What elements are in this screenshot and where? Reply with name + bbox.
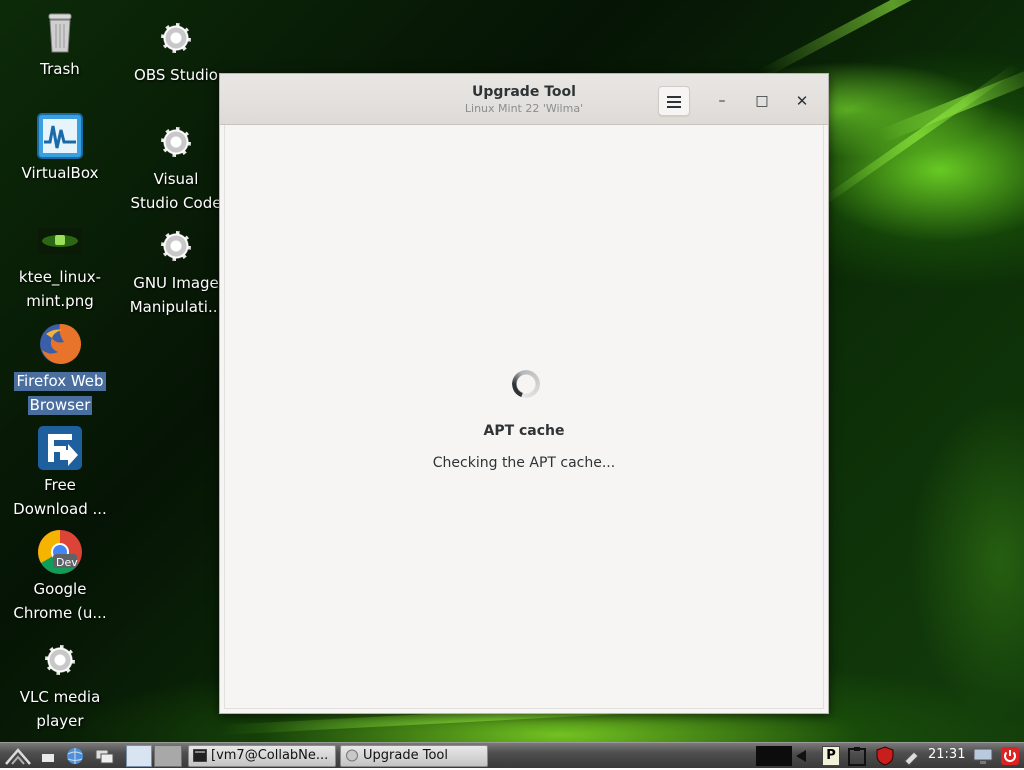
desktop-icon-gnu-image-manipulation[interactable]: GNU Image Manipulati... [121,222,231,322]
free-download-manager-icon [36,424,84,472]
desktop-icon-virtualbox[interactable]: VirtualBox [5,112,115,188]
desktop-icon-label: Visual [153,170,199,188]
desktop-icon-label: Trash [40,60,80,78]
hamburger-menu-button[interactable] [658,86,690,116]
window-content: APT cache Checking the APT cache... [224,125,824,709]
file-manager-launcher[interactable] [40,746,56,766]
power-button[interactable] [1000,746,1020,766]
globe-icon [67,748,83,764]
chrome-dev-icon: Dev [36,528,84,576]
clipboard-icon[interactable] [846,746,868,766]
desktop-icon-label-line2: Studio Code [130,194,222,212]
upgrade-tool-icon [346,749,358,762]
desktop-icon-label: Free [44,476,76,494]
wallpaper-streak [757,0,1024,80]
tray-p-icon[interactable]: P [822,746,840,766]
gear-icon [36,636,84,684]
windows-icon [95,749,114,764]
desktop-icon-label: ktee_linux- [18,268,102,286]
hamburger-icon [667,96,681,98]
desktop-icon-label-line2: Manipulati... [129,298,223,316]
upgrade-tool-window: Upgrade Tool Linux Mint 22 'Wilma' – □ ✕… [219,73,829,714]
power-icon [1001,747,1019,765]
desktop-icon-trash[interactable]: Trash [5,8,115,84]
speaker-icon [796,750,806,762]
task-button-terminal[interactable]: [vm7@CollabNe... [188,745,336,767]
desktop-icon-free-download-manager[interactable]: Free Download ... [5,424,115,524]
shield-icon[interactable] [874,746,896,766]
volume-icon[interactable] [794,746,812,766]
task-button-label: [vm7@CollabNe... [211,748,329,763]
firefox-icon [36,320,84,368]
desktop-icon-obs-studio[interactable]: OBS Studio [121,14,231,90]
desktop-icon-visual-studio-code[interactable]: Visual Studio Code [121,118,231,218]
folder-icon [42,754,54,762]
workspace-2[interactable] [154,745,182,767]
desktop-icon-ktee-linux-mint-png[interactable]: ktee_linux- mint.png [5,216,115,316]
image-thumbnail-icon [36,216,84,264]
clock[interactable]: 21:31 [928,747,965,762]
desktop-icon-label: OBS Studio [134,66,218,84]
network-icon[interactable] [902,746,922,766]
desktop-icon-label: Google [33,580,87,598]
maximize-button[interactable]: □ [746,86,778,116]
desktop-icon-firefox[interactable]: Firefox Web Browser [5,320,115,420]
progress-status: Checking the APT cache... [432,455,616,471]
chrome-dev-badge: Dev [56,556,78,569]
display-icon[interactable] [972,746,994,766]
taskbar: [vm7@CollabNe... Upgrade Tool P 21:31 [0,742,1024,768]
trash-icon [36,8,84,56]
desktop-icon-label-line2: Chrome (u... [13,604,107,622]
desktop-icon-label-line2: mint.png [26,292,94,310]
gear-icon [152,14,200,62]
minimize-button[interactable]: – [706,86,738,116]
cpu-monitor-graph [756,746,792,766]
terminal-icon [193,749,207,762]
loading-spinner-icon [512,370,540,398]
desktop-icon-label: Firefox Web [14,372,106,391]
menu-launcher-button[interactable] [4,746,32,766]
desktop-icon-google-chrome-dev[interactable]: Dev Google Chrome (u... [5,528,115,628]
desktop-icon-label: GNU Image [133,274,219,292]
shield-glyph [876,746,894,766]
window-titlebar[interactable]: Upgrade Tool Linux Mint 22 'Wilma' – □ ✕ [220,74,828,125]
progress-heading: APT cache [483,423,565,439]
desktop-icon-label-line2: Browser [27,396,93,415]
desktop-icon-vlc[interactable]: VLC media player [5,636,115,736]
desktop-icon-label-line2: Download ... [13,500,107,518]
task-button-label: Upgrade Tool [363,748,448,763]
task-button-upgrade-tool[interactable]: Upgrade Tool [340,745,488,767]
window-switcher-launcher[interactable] [94,746,116,766]
desktop: Trash OBS Studio VirtualBox Visual Studi… [0,0,1024,742]
monitor-icon [973,748,993,764]
gear-icon [152,118,200,166]
workspace-1[interactable] [126,745,152,767]
desktop-icon-label: VLC media [19,688,101,706]
gear-icon [152,222,200,270]
browser-launcher[interactable] [64,746,86,766]
mint-menu-icon [5,748,31,765]
close-button[interactable]: ✕ [786,86,818,116]
hamburger-icon-line [667,101,681,103]
hamburger-icon-line [667,106,681,108]
desktop-icon-label: VirtualBox [21,164,99,182]
virtualbox-icon [36,112,84,160]
clipboard-glyph [848,747,866,766]
plug-icon [904,751,919,766]
desktop-icon-label-line2: player [36,712,84,730]
